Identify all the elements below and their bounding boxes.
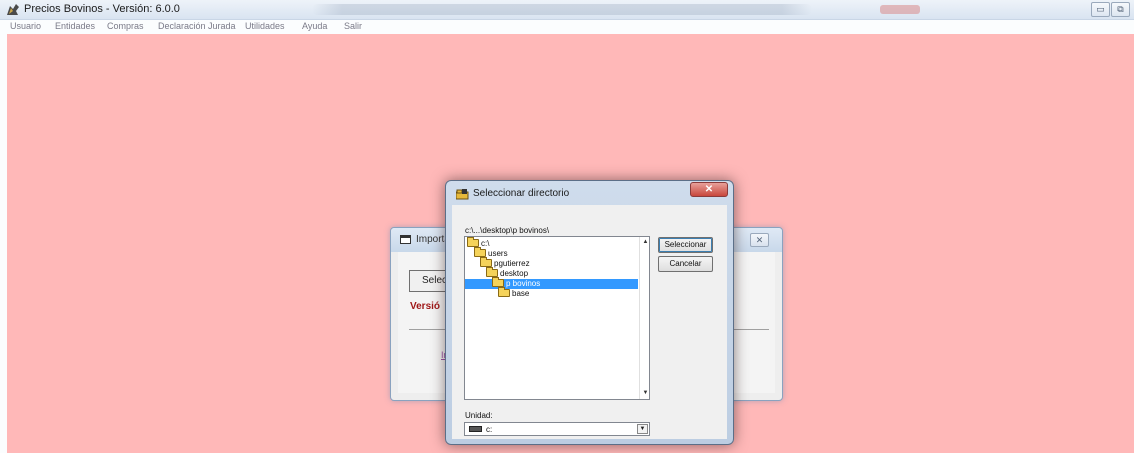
menu-ayuda[interactable]: Ayuda: [302, 21, 327, 31]
restore-button[interactable]: ⧉: [1111, 2, 1130, 17]
tree-item-base[interactable]: base: [498, 287, 530, 299]
folder-open-icon: [467, 237, 479, 247]
tree-item-label: users: [488, 249, 508, 258]
scroll-down-icon[interactable]: ▼: [640, 388, 649, 399]
tree-item-label: p bovinos: [506, 279, 541, 288]
drive-label: Unidad:: [465, 411, 493, 420]
drive-icon: [469, 426, 482, 432]
select-directory-dialog: Seleccionar directorio ✕ c:\...\desktop\…: [445, 180, 734, 445]
drive-value: c:: [486, 425, 493, 434]
background-window-title: [312, 4, 812, 15]
scroll-up-icon[interactable]: ▲: [640, 237, 649, 248]
tree-item-label: desktop: [500, 269, 529, 278]
menu-compras[interactable]: Compras: [107, 21, 144, 31]
tree-scrollbar[interactable]: ▲ ▼: [639, 237, 649, 399]
close-icon[interactable]: ✕: [750, 233, 769, 247]
current-path-label: c:\...\desktop\p bovinos\: [465, 226, 550, 235]
folder-closed-icon: [498, 287, 510, 297]
tree-item-p-bovinos[interactable]: p bovinos: [465, 277, 638, 289]
folder-open-icon: [480, 257, 492, 267]
folder-open-icon: [492, 277, 504, 287]
app-logo-icon: [7, 4, 19, 15]
window-icon: [400, 235, 411, 244]
background-window-highlight: [880, 5, 920, 14]
window-titlebar[interactable]: Precios Bovinos - Versión: 6.0.0 ▭ ⧉: [0, 0, 1134, 20]
tree-item-label: c:\: [481, 239, 490, 248]
cancelar-button[interactable]: Cancelar: [658, 256, 713, 272]
folder-open-icon: [474, 247, 486, 257]
dialog-client-area: c:\...\desktop\p bovinos\ c:\ users pgut…: [452, 205, 727, 439]
application-window: Precios Bovinos - Versión: 6.0.0 ▭ ⧉ Usu…: [0, 0, 1134, 453]
seleccionar-button[interactable]: Seleccionar: [658, 237, 713, 253]
folder-open-icon: [486, 267, 498, 277]
version-label: Versió: [410, 301, 441, 312]
menu-declaracion-jurada[interactable]: Declaración Jurada: [158, 21, 236, 31]
menu-entidades[interactable]: Entidades: [55, 21, 95, 31]
folder-icon: [456, 189, 469, 200]
tree-item-label: base: [512, 289, 530, 298]
minimize-button[interactable]: ▭: [1091, 2, 1110, 17]
tree-item-label: pgutierrez: [494, 259, 530, 268]
close-button[interactable]: ✕: [690, 182, 728, 197]
drive-dropdown[interactable]: c: ▼: [464, 422, 650, 436]
window-title: Precios Bovinos - Versión: 6.0.0: [24, 3, 180, 15]
menu-utilidades[interactable]: Utilidades: [245, 21, 285, 31]
directory-tree[interactable]: c:\ users pgutierrez desktop p bovinos b…: [464, 236, 650, 400]
dialog-title: Seleccionar directorio: [473, 188, 570, 199]
menu-salir[interactable]: Salir: [344, 21, 362, 31]
chevron-down-icon[interactable]: ▼: [637, 424, 648, 434]
menu-bar: Usuario Entidades Compras Declaración Ju…: [0, 20, 1134, 34]
menu-usuario[interactable]: Usuario: [10, 21, 41, 31]
